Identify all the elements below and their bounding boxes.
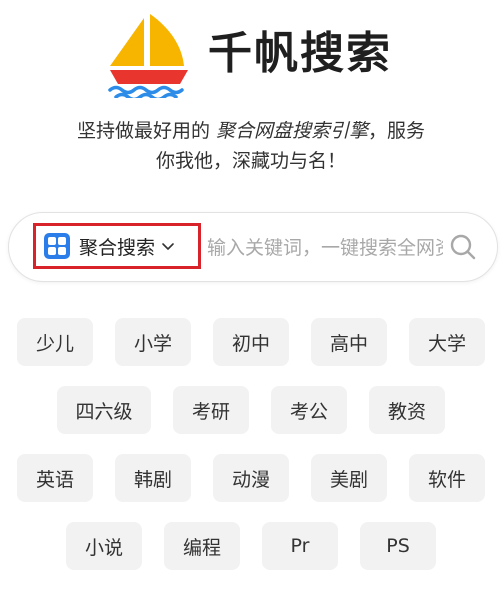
chevron-down-icon <box>162 243 174 250</box>
search-icon[interactable] <box>449 233 477 261</box>
engine-select-label: 聚合搜索 <box>79 236 156 259</box>
engine-select-dropdown[interactable]: 聚合搜索 <box>33 223 201 269</box>
tagline: 坚持做最好用的 聚合网盘搜索引擎，服务 你我他，深藏功与名！ <box>40 116 462 176</box>
tag-row: 少儿 小学 初中 高中 大学 <box>0 318 502 366</box>
tagline-suffix: ，服务 <box>368 120 426 142</box>
tagline-line2: 你我他，深藏功与名！ <box>155 150 346 172</box>
tag-pr[interactable]: Pr <box>262 522 338 570</box>
tag-gaozhong[interactable]: 高中 <box>311 318 387 366</box>
tag-shaoer[interactable]: 少儿 <box>17 318 93 366</box>
tag-siliuji[interactable]: 四六级 <box>57 386 151 434</box>
tagline-highlight: 聚合网盘搜索引擎 <box>216 120 369 142</box>
tag-row: 英语 韩剧 动漫 美剧 软件 <box>0 454 502 502</box>
tag-ps[interactable]: PS <box>360 522 436 570</box>
tag-kaogong[interactable]: 考公 <box>271 386 347 434</box>
tag-hanju[interactable]: 韩剧 <box>115 454 191 502</box>
tag-row: 小说 编程 Pr PS <box>0 522 502 570</box>
tag-meiju[interactable]: 美剧 <box>311 454 387 502</box>
tag-row: 四六级 考研 考公 教资 <box>0 386 502 434</box>
sailboat-logo-icon <box>108 14 188 98</box>
tag-jiaozi[interactable]: 教资 <box>369 386 445 434</box>
tag-chuzhong[interactable]: 初中 <box>213 318 289 366</box>
tag-yingyu[interactable]: 英语 <box>17 454 93 502</box>
search-input[interactable] <box>207 229 443 267</box>
grid-apps-icon <box>44 233 70 259</box>
tagline-prefix: 坚持做最好用的 <box>76 120 216 142</box>
brand-header: 千帆搜索 <box>0 10 502 100</box>
tag-biancheng[interactable]: 编程 <box>164 522 240 570</box>
tag-dongman[interactable]: 动漫 <box>213 454 289 502</box>
tag-kaoyan[interactable]: 考研 <box>173 386 249 434</box>
tag-xiaoxue[interactable]: 小学 <box>115 318 191 366</box>
search-bar: 聚合搜索 <box>8 212 498 282</box>
tag-ruanjian[interactable]: 软件 <box>409 454 485 502</box>
tag-xiaoshuo[interactable]: 小说 <box>66 522 142 570</box>
category-tags: 少儿 小学 初中 高中 大学 四六级 考研 考公 教资 英语 韩剧 动漫 美剧 … <box>0 318 502 590</box>
brand-title: 千帆搜索 <box>208 28 392 79</box>
tag-daxue[interactable]: 大学 <box>409 318 485 366</box>
